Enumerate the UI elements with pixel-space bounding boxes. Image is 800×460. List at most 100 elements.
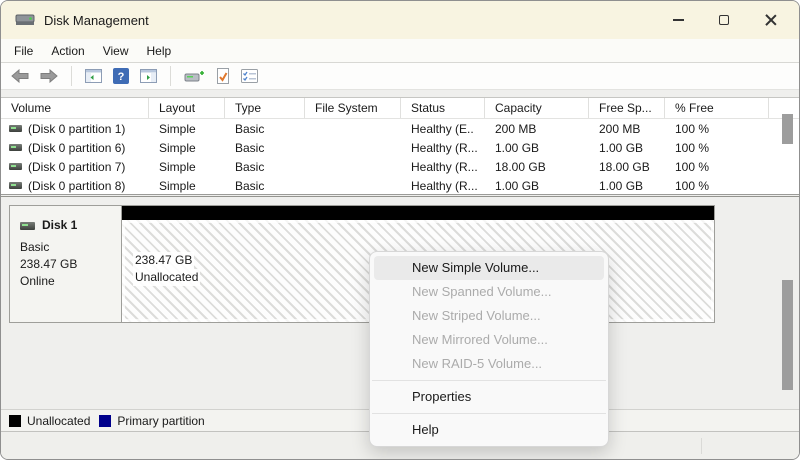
cell-percent-free: 100 % (665, 141, 769, 155)
table-row[interactable]: (Disk 0 partition 7) Simple Basic Health… (1, 157, 799, 176)
cell-type: Basic (225, 160, 305, 174)
disk-management-window: Disk Management File Action View Help ? (0, 0, 800, 460)
check-document-icon[interactable] (214, 66, 232, 86)
cell-status: Healthy (R... (401, 179, 485, 193)
cell-status: Healthy (E.. (401, 122, 485, 136)
column-header-layout[interactable]: Layout (149, 98, 225, 118)
cell-capacity: 1.00 GB (485, 141, 589, 155)
volume-icon (9, 163, 22, 170)
column-header-percent-free[interactable]: % Free (665, 98, 769, 118)
cell-free-space: 200 MB (589, 122, 665, 136)
volume-name: (Disk 0 partition 7) (28, 160, 125, 174)
disk-capacity: 238.47 GB (20, 256, 121, 273)
back-icon[interactable] (9, 67, 31, 85)
disk-1-label-panel[interactable]: Disk 1 Basic 238.47 GB Online (9, 205, 122, 323)
disk-rescan-icon[interactable] (182, 67, 207, 86)
action-pane-icon[interactable] (138, 67, 159, 85)
cell-layout: Simple (149, 141, 225, 155)
volume-list-header: Volume Layout Type File System Status Ca… (1, 98, 799, 119)
menu-view[interactable]: View (94, 42, 138, 60)
toolbar-separator (71, 66, 72, 86)
volume-icon (9, 144, 22, 151)
cell-layout: Simple (149, 160, 225, 174)
menu-item-new-simple-volume[interactable]: New Simple Volume... (374, 256, 604, 280)
table-row[interactable]: (Disk 0 partition 6) Simple Basic Health… (1, 138, 799, 157)
menu-separator (372, 380, 606, 381)
minimize-icon (673, 19, 684, 21)
console-tree-icon[interactable] (83, 67, 104, 85)
volume-icon (9, 182, 22, 189)
menu-help[interactable]: Help (138, 42, 181, 60)
graphical-pane-scrollbar[interactable] (779, 198, 796, 408)
close-button[interactable] (747, 1, 793, 39)
window-title: Disk Management (44, 13, 149, 28)
cell-layout: Simple (149, 179, 225, 193)
volume-list-scrollbar[interactable] (779, 98, 796, 195)
toolbar: ? (1, 62, 799, 90)
table-row[interactable]: (Disk 0 partition 1) Simple Basic Health… (1, 119, 799, 138)
volume-name: (Disk 0 partition 8) (28, 179, 125, 193)
cell-free-space: 1.00 GB (589, 179, 665, 193)
cell-free-space: 1.00 GB (589, 141, 665, 155)
menu-bar: File Action View Help (1, 39, 799, 62)
cell-percent-free: 100 % (665, 160, 769, 174)
column-header-status[interactable]: Status (401, 98, 485, 118)
maximize-icon (719, 15, 729, 25)
cell-status: Healthy (R... (401, 141, 485, 155)
region-size: 238.47 GB (133, 252, 194, 269)
cell-layout: Simple (149, 122, 225, 136)
cell-type: Basic (225, 179, 305, 193)
column-header-file-system[interactable]: File System (305, 98, 401, 118)
disk-1-row: Disk 1 Basic 238.47 GB Online 238.47 GB … (9, 205, 715, 323)
menu-item-properties[interactable]: Properties (370, 385, 608, 409)
cell-percent-free: 100 % (665, 179, 769, 193)
minimize-button[interactable] (655, 1, 701, 39)
menu-item-new-striped-volume: New Striped Volume... (370, 304, 608, 328)
cell-status: Healthy (R... (401, 160, 485, 174)
table-row[interactable]: (Disk 0 partition 8) Simple Basic Health… (1, 176, 799, 195)
cell-capacity: 1.00 GB (485, 179, 589, 193)
scrollbar-thumb[interactable] (782, 280, 793, 390)
checklist-icon[interactable] (239, 67, 260, 85)
region-label: Unallocated (133, 269, 200, 286)
legend-label: Primary partition (117, 414, 204, 428)
primary-partition-swatch (99, 415, 111, 427)
cell-type: Basic (225, 122, 305, 136)
volume-icon (9, 125, 22, 132)
forward-icon[interactable] (38, 67, 60, 85)
menu-action[interactable]: Action (42, 42, 93, 60)
legend-item-unallocated: Unallocated (9, 414, 90, 428)
menu-item-new-mirrored-volume: New Mirrored Volume... (370, 328, 608, 352)
close-icon (764, 14, 776, 26)
status-bar-divider (701, 438, 702, 454)
menu-item-new-spanned-volume: New Spanned Volume... (370, 280, 608, 304)
legend-item-primary-partition: Primary partition (99, 414, 204, 428)
help-icon[interactable]: ? (111, 66, 131, 86)
cell-percent-free: 100 % (665, 122, 769, 136)
disk-name: Disk 1 (42, 217, 77, 234)
toolbar-separator (170, 66, 171, 86)
cell-type: Basic (225, 141, 305, 155)
region-info: 238.47 GB Unallocated (133, 252, 200, 286)
disk-type: Basic (20, 239, 121, 256)
legend-label: Unallocated (27, 414, 90, 428)
column-header-type[interactable]: Type (225, 98, 305, 118)
app-disk-icon (15, 12, 35, 28)
cell-free-space: 18.00 GB (589, 160, 665, 174)
menu-item-new-raid5-volume: New RAID-5 Volume... (370, 352, 608, 376)
column-header-volume[interactable]: Volume (1, 98, 149, 118)
volume-list: Volume Layout Type File System Status Ca… (1, 97, 799, 195)
window-controls (655, 1, 793, 39)
maximize-button[interactable] (701, 1, 747, 39)
volume-name: (Disk 0 partition 1) (28, 122, 125, 136)
cell-capacity: 200 MB (485, 122, 589, 136)
title-bar: Disk Management (1, 1, 799, 39)
scrollbar-thumb[interactable] (782, 114, 793, 144)
cell-capacity: 18.00 GB (485, 160, 589, 174)
column-header-free-space[interactable]: Free Sp... (589, 98, 665, 118)
menu-item-help[interactable]: Help (370, 418, 608, 442)
menu-file[interactable]: File (5, 42, 42, 60)
disk-status: Online (20, 273, 121, 290)
column-header-capacity[interactable]: Capacity (485, 98, 589, 118)
volume-name: (Disk 0 partition 6) (28, 141, 125, 155)
